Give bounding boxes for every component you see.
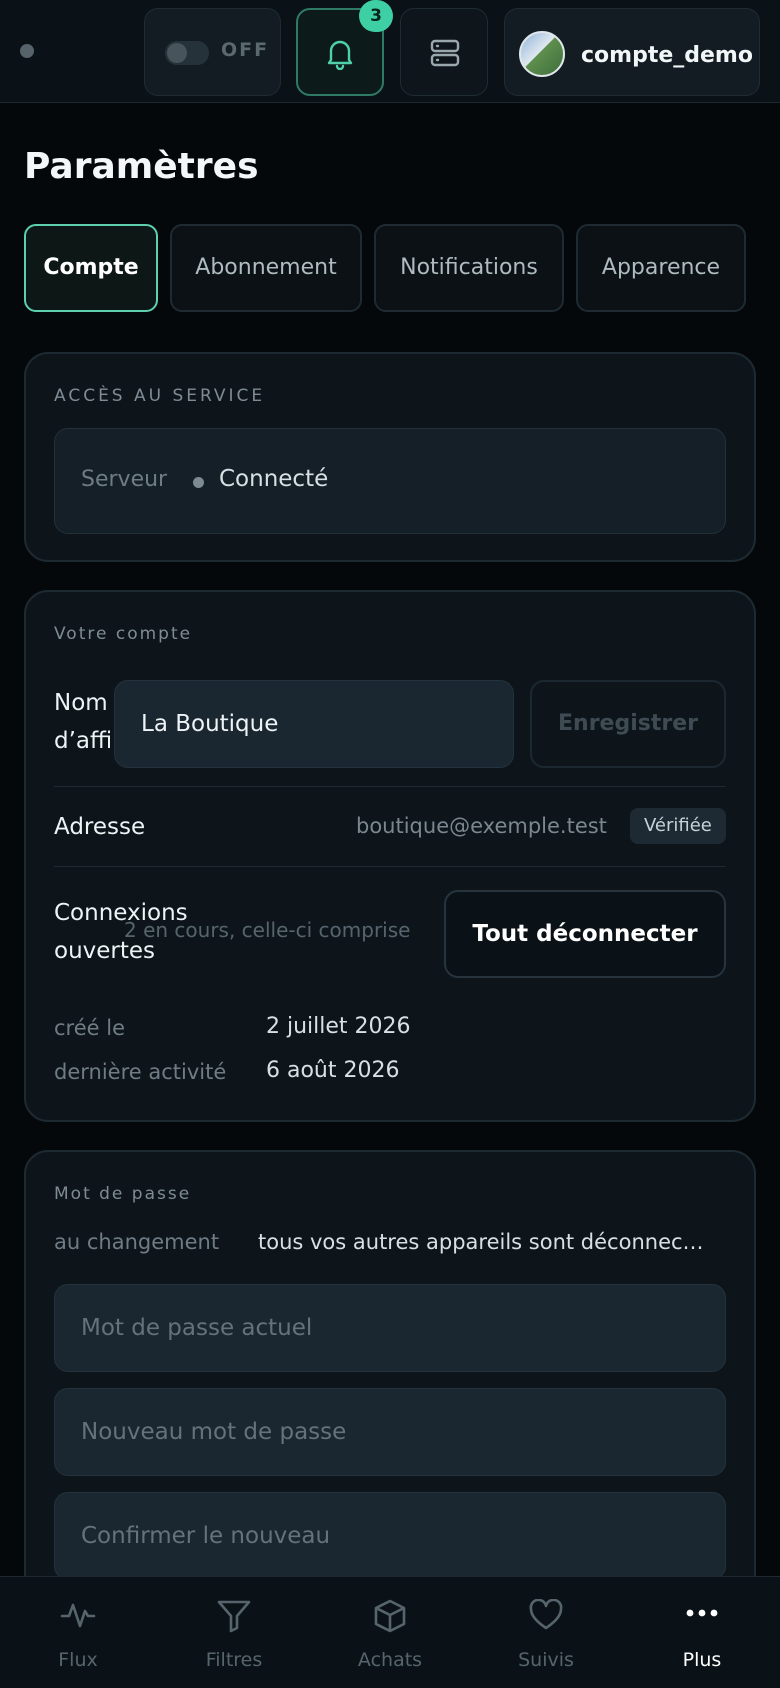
tab-abonnement[interactable]: Abonnement [170, 224, 362, 312]
notification-count-badge: 3 [359, 0, 393, 32]
filter-icon [217, 1600, 251, 1633]
display-name-label: Nom d’affi [54, 690, 110, 754]
nav-label: Suivis [518, 1649, 574, 1671]
nav-item-suivis[interactable]: Suivis [468, 1577, 624, 1688]
server-status-text: Connecté [219, 466, 329, 492]
server-status-box: Serveur Connecté [54, 428, 726, 534]
tab-apparence[interactable]: Apparence [576, 224, 746, 312]
heart-icon [529, 1599, 563, 1630]
toggle-track[interactable] [165, 41, 209, 65]
server-icon [430, 39, 460, 67]
nav-item-filtres[interactable]: Filtres [156, 1577, 312, 1688]
tab-notifications[interactable]: Notifications [374, 224, 564, 312]
divider [54, 866, 726, 867]
account-card: Votre compte Nom d’affi La Boutique Enre… [24, 590, 756, 1122]
server-status-dot [193, 477, 204, 488]
tab-compte[interactable]: Compte [24, 224, 158, 312]
server-label: Serveur [81, 467, 168, 492]
sessions-hint: 2 en cours, celle-ci comprise [124, 918, 411, 942]
nav-item-achats[interactable]: Achats [312, 1577, 468, 1688]
toggle-label: OFF [221, 39, 270, 61]
display-name-input[interactable]: La Boutique [114, 680, 514, 768]
nav-label: Filtres [205, 1649, 263, 1671]
activity-icon [60, 1603, 96, 1628]
bottom-navigation: Flux Filtres Achats Suivis Plus [0, 1576, 780, 1688]
username: compte_demo [581, 43, 753, 68]
section-label: Votre compte [54, 624, 193, 644]
nav-item-plus[interactable]: Plus [624, 1577, 780, 1688]
settings-page: OFF 3 compte_demo Paramètres Compte Abon… [0, 0, 780, 1688]
save-button[interactable]: Enregistrer [530, 680, 726, 768]
current-password-input[interactable]: Mot de passe actuel [54, 1284, 726, 1372]
logout-all-button[interactable]: Tout déconnecter [444, 890, 726, 978]
nav-label: Flux [58, 1649, 98, 1671]
created-label: créé le [54, 1016, 125, 1040]
password-card: Mot de passe au changement tous vos autr… [24, 1150, 756, 1610]
section-label: ACCÈS AU SERVICE [54, 386, 266, 406]
verified-badge: Vérifiée [630, 808, 726, 844]
service-access-card: ACCÈS AU SERVICE Serveur Connecté [24, 352, 756, 562]
change-label: au changement [54, 1230, 220, 1254]
avatar [519, 31, 565, 77]
new-password-input[interactable]: Nouveau mot de passe [54, 1388, 726, 1476]
user-menu-button[interactable]: compte_demo [504, 8, 760, 96]
last-activity-label: dernière activité [54, 1060, 227, 1084]
created-date: 2 juillet 2026 [266, 1014, 411, 1039]
page-title: Paramètres [24, 146, 259, 187]
email-address: boutique@exemple.test [356, 814, 607, 838]
last-activity-date: 6 août 2026 [266, 1058, 400, 1083]
divider [54, 786, 726, 787]
more-icon [686, 1609, 718, 1617]
power-toggle[interactable]: OFF [144, 8, 281, 96]
nav-label: Plus [682, 1649, 722, 1671]
nav-item-flux[interactable]: Flux [0, 1577, 156, 1688]
nav-label: Achats [357, 1649, 423, 1671]
connection-status-dot [20, 44, 34, 58]
server-button[interactable] [400, 8, 488, 96]
bell-icon [327, 40, 353, 70]
confirm-password-input[interactable]: Confirmer le nouveau [54, 1492, 726, 1580]
section-label: Mot de passe [54, 1184, 192, 1204]
toggle-knob [167, 43, 187, 63]
address-label: Adresse [54, 814, 146, 840]
box-icon [374, 1599, 406, 1633]
top-bar: OFF 3 compte_demo [0, 0, 780, 103]
change-note: tous vos autres appareils sont déconnec… [258, 1230, 704, 1254]
